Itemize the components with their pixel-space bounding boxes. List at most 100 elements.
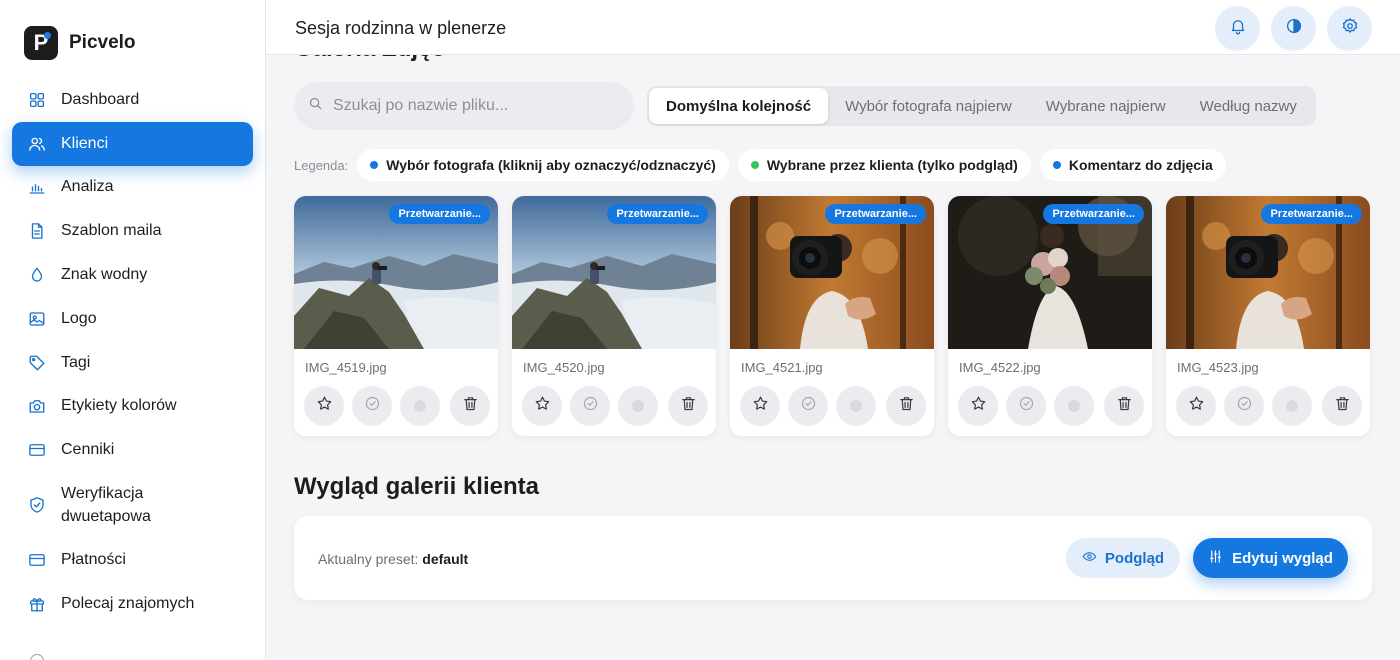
photo-filename: IMG_4520.jpg: [523, 360, 605, 375]
sort-default[interactable]: Domyślna kolejność: [649, 88, 829, 124]
legend-chip-client-selected: Wybrane przez klienta (tylko podgląd): [737, 149, 1031, 181]
star-button[interactable]: [740, 386, 780, 426]
help-icon[interactable]: [30, 654, 44, 660]
sidebar-item-klienci[interactable]: Klienci: [12, 121, 253, 166]
sidebar-item-label: Klienci: [61, 134, 109, 152]
star-icon: [752, 395, 769, 417]
photo-card[interactable]: Przetwarzanie... IMG_4521.jpg: [730, 196, 934, 436]
sidebar-item-szablon-maila[interactable]: Szablon maila: [12, 209, 253, 253]
star-icon: [970, 395, 987, 417]
legend-dot-green: [750, 161, 759, 169]
shield-check-icon: [28, 496, 46, 514]
contrast-icon: [1285, 17, 1303, 40]
settings-icon: [1341, 17, 1359, 40]
comment-button[interactable]: [1272, 386, 1312, 426]
search-icon: [308, 96, 323, 116]
comment-button[interactable]: [1054, 386, 1094, 426]
status-badge: Przetwarzanie...: [1261, 204, 1362, 224]
sort-photographer-first[interactable]: Wybór fotografa najpierw: [828, 88, 1029, 124]
search-input[interactable]: [333, 97, 623, 115]
credit-card-icon: [28, 441, 46, 459]
delete-button[interactable]: [1104, 386, 1144, 426]
legend-chip-label: Komentarz do zdjęcia: [1068, 157, 1213, 173]
comment-button[interactable]: [836, 386, 876, 426]
star-button[interactable]: [304, 386, 344, 426]
photo-thumbnail[interactable]: Przetwarzanie...: [512, 196, 716, 349]
search-box[interactable]: [294, 82, 634, 130]
sidebar-item-analiza[interactable]: Analiza: [12, 166, 253, 210]
legend-chip-photographer-pick: Wybór fotografa (kliknij aby oznaczyć/od…: [357, 149, 729, 181]
photo-action-group: [522, 386, 658, 426]
app-name: Picvelo: [69, 32, 136, 53]
sidebar: P Picvelo Dashboard Klienci Analiza Szab…: [0, 0, 266, 660]
select-button[interactable]: [570, 386, 610, 426]
sidebar-item-label: Logo: [61, 309, 97, 327]
photo-thumbnail[interactable]: Przetwarzanie...: [730, 196, 934, 349]
sidebar-item-label: Cenniki: [61, 441, 115, 459]
preview-button[interactable]: Podgląd: [1066, 538, 1180, 578]
delete-button[interactable]: [450, 386, 490, 426]
delete-button[interactable]: [1322, 386, 1362, 426]
photo-card[interactable]: Przetwarzanie... IMG_4523.jpg: [1166, 196, 1370, 436]
bar-chart-icon: [28, 178, 46, 196]
sidebar-item-platnosci[interactable]: Płatności: [12, 538, 253, 582]
select-button[interactable]: [1006, 386, 1046, 426]
sidebar-item-znak-wodny[interactable]: Znak wodny: [12, 253, 253, 297]
sidebar-item-cenniki[interactable]: Cenniki: [12, 428, 253, 472]
star-button[interactable]: [1176, 386, 1216, 426]
camera-icon: [28, 397, 46, 415]
sort-by-name[interactable]: Według nazwy: [1183, 88, 1314, 124]
select-button[interactable]: [1224, 386, 1264, 426]
appearance-title: Wygląd galerii klienta: [294, 473, 539, 500]
photo-filename: IMG_4521.jpg: [741, 360, 823, 375]
star-button[interactable]: [522, 386, 562, 426]
delete-button[interactable]: [886, 386, 926, 426]
settings-button[interactable]: [1327, 6, 1372, 51]
photo-filename: IMG_4522.jpg: [959, 360, 1041, 375]
photo-actions: [1176, 386, 1362, 426]
theme-toggle-button[interactable]: [1271, 6, 1316, 51]
comment-button[interactable]: [618, 386, 658, 426]
trash-icon: [1116, 395, 1133, 417]
gallery-title: Galeria Zdjęć: [294, 55, 445, 63]
status-badge: Przetwarzanie...: [389, 204, 490, 224]
notifications-button[interactable]: [1215, 6, 1260, 51]
eye-icon: [1082, 549, 1097, 568]
photo-thumbnail[interactable]: Przetwarzanie...: [948, 196, 1152, 349]
sidebar-item-dashboard[interactable]: Dashboard: [12, 78, 253, 122]
photo-card[interactable]: Przetwarzanie... IMG_4519.jpg: [294, 196, 498, 436]
photo-actions: [958, 386, 1144, 426]
sidebar-item-label: Dashboard: [61, 90, 140, 108]
image-icon: [28, 310, 46, 328]
brand[interactable]: P Picvelo: [24, 26, 136, 60]
sidebar-item-weryfikacja-dwuetapowa[interactable]: Weryfikacja dwuetapowa: [12, 472, 253, 538]
legend-chip-comment: Komentarz do zdjęcia: [1039, 149, 1226, 181]
sidebar-item-polecaj-znajomych[interactable]: Polecaj znajomych: [12, 582, 253, 626]
photo-card[interactable]: Przetwarzanie... IMG_4520.jpg: [512, 196, 716, 436]
sidebar-item-logo[interactable]: Logo: [12, 297, 253, 341]
select-button[interactable]: [352, 386, 392, 426]
dot-icon: [414, 400, 426, 412]
appearance-card: Aktualny preset: default Podgląd Edytuj …: [294, 516, 1372, 600]
delete-button[interactable]: [668, 386, 708, 426]
dot-icon: [632, 400, 644, 412]
sort-selected-first[interactable]: Wybrane najpierw: [1029, 88, 1183, 124]
grid-icon: [28, 91, 46, 109]
status-badge: Przetwarzanie...: [825, 204, 926, 224]
photo-card[interactable]: Przetwarzanie... IMG_4522.jpg: [948, 196, 1152, 436]
sidebar-item-etykiety-kolorow[interactable]: Etykiety kolorów: [12, 385, 253, 429]
sidebar-item-label: Analiza: [61, 178, 114, 196]
logo-dot: [44, 32, 51, 39]
edit-appearance-button[interactable]: Edytuj wygląd: [1193, 538, 1348, 578]
preset-label: Aktualny preset:: [318, 551, 419, 567]
photo-thumbnail[interactable]: Przetwarzanie...: [1166, 196, 1370, 349]
select-button[interactable]: [788, 386, 828, 426]
document-icon: [28, 222, 46, 240]
sidebar-item-label: Polecaj znajomych: [61, 594, 195, 612]
sidebar-item-tagi[interactable]: Tagi: [12, 341, 253, 385]
sliders-icon: [1208, 549, 1223, 568]
credit-card-icon: [28, 551, 46, 569]
photo-thumbnail[interactable]: Przetwarzanie...: [294, 196, 498, 349]
comment-button[interactable]: [400, 386, 440, 426]
star-button[interactable]: [958, 386, 998, 426]
